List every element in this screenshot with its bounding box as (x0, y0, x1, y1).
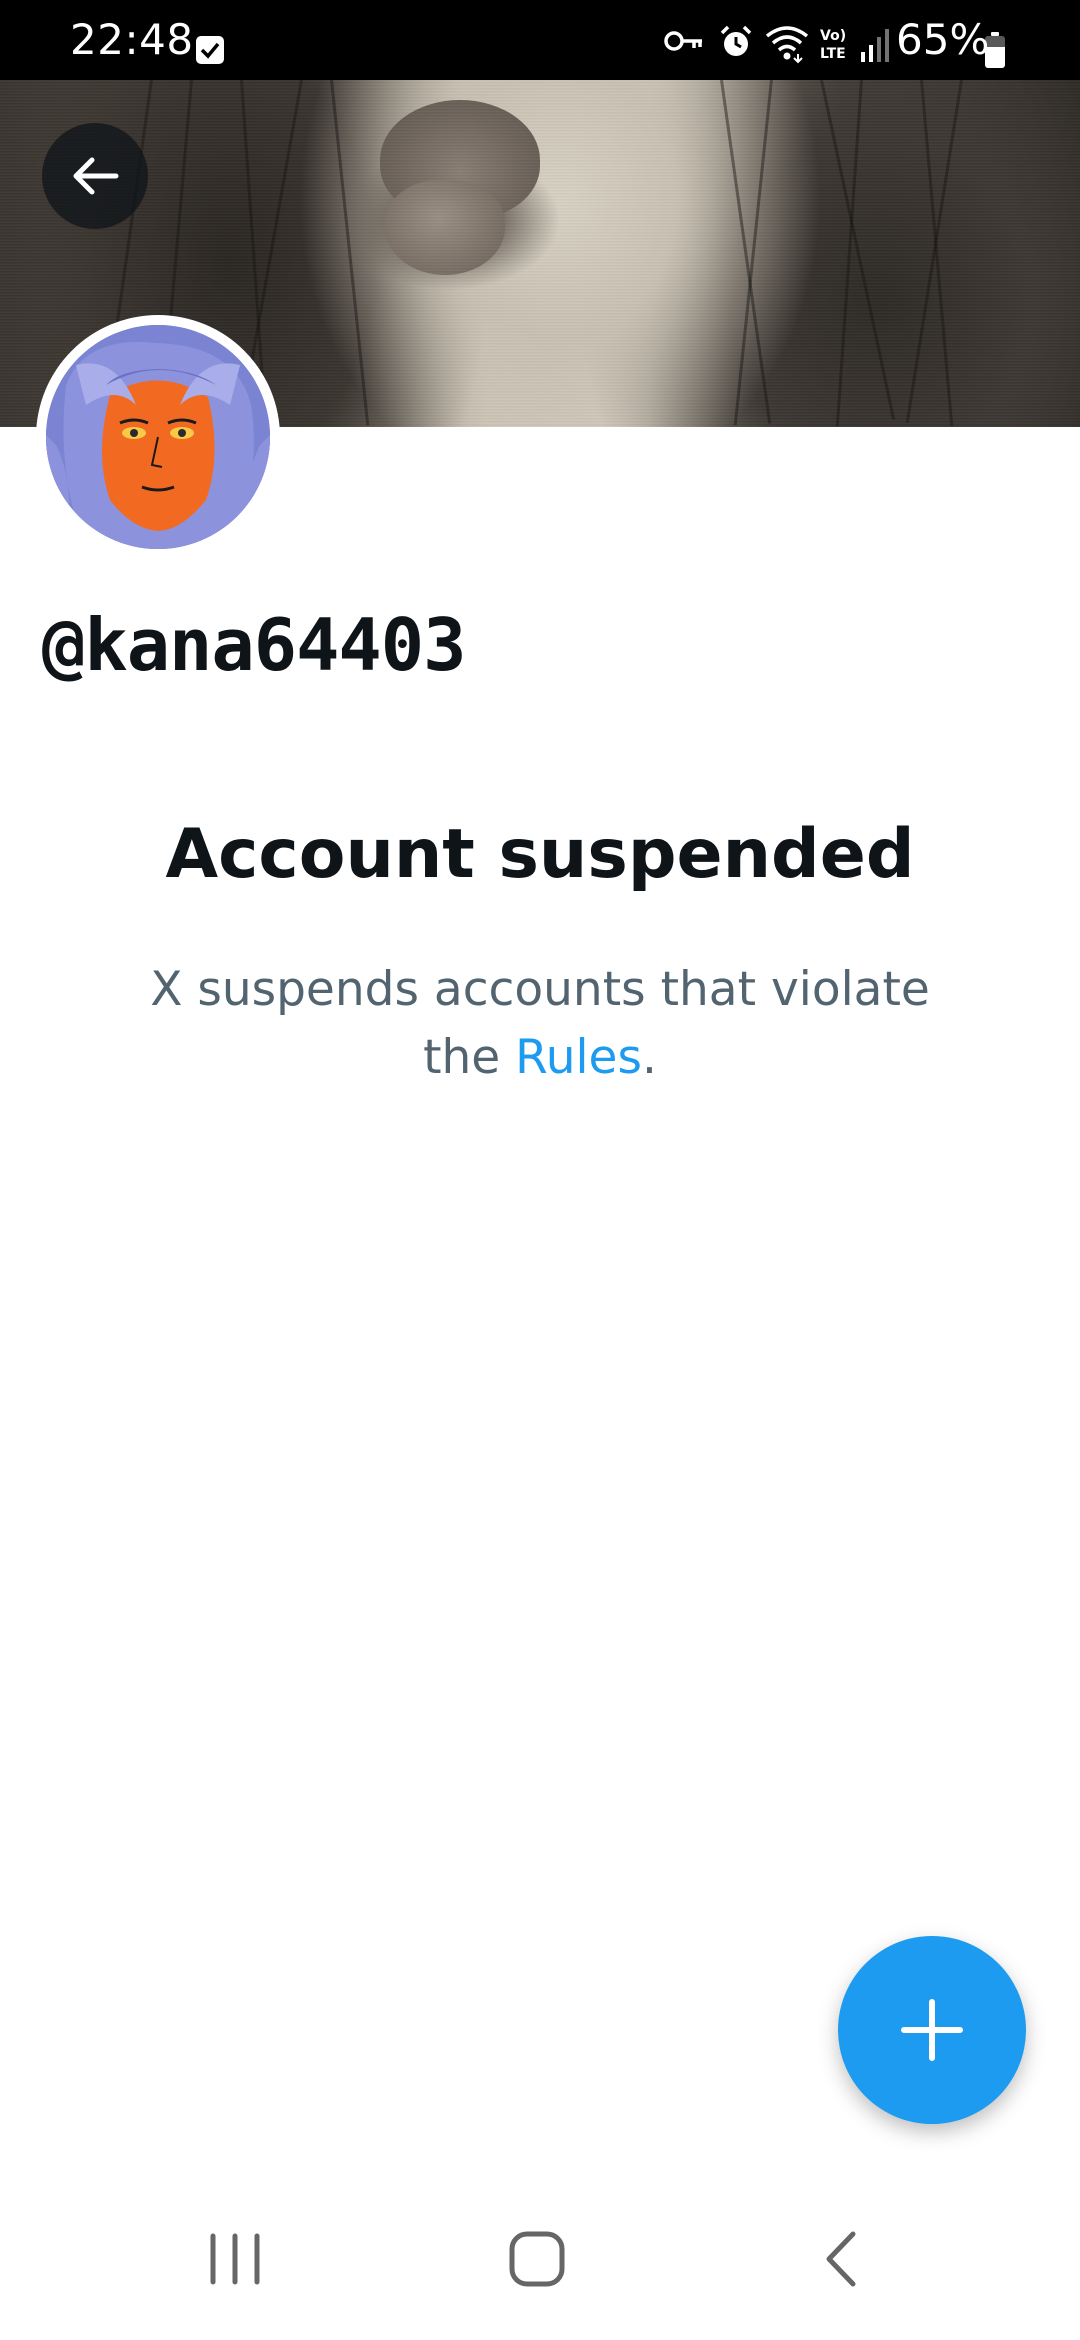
screen: 22:48 Vo) LTE 65% @kana64403 Account sus… (0, 0, 1080, 2340)
signal-icon (861, 29, 889, 62)
rules-link[interactable]: Rules (515, 1030, 642, 1085)
plus-icon (901, 1999, 963, 2061)
suspension-message-end: . (641, 1030, 657, 1085)
compose-button[interactable] (838, 1936, 1026, 2124)
vpn-key-icon (664, 31, 702, 51)
battery-percent: 65% (896, 15, 990, 64)
avatar[interactable] (36, 315, 280, 559)
profile-handle: @kana64403 (42, 603, 466, 687)
avatar-image (46, 325, 270, 549)
check-box-icon (196, 36, 224, 64)
home-button[interactable] (477, 2214, 597, 2304)
nav-back-button[interactable] (781, 2214, 901, 2304)
recent-apps-icon (210, 2233, 260, 2285)
volte-icon: Vo) LTE (820, 28, 846, 62)
suspension-title: Account suspended (165, 815, 915, 894)
alarm-icon (720, 25, 752, 56)
back-button[interactable] (42, 123, 148, 229)
suspension-message: X suspends accounts that violate the Rul… (120, 956, 960, 1092)
recent-apps-button[interactable] (175, 2214, 295, 2304)
svg-text:Vo): Vo) (820, 28, 846, 44)
arrow-left-icon (73, 157, 119, 195)
home-icon (509, 2231, 565, 2287)
status-time: 22:48 (70, 15, 194, 64)
battery-icon (985, 32, 1005, 68)
wifi-icon (765, 26, 809, 64)
status-bar: 22:48 Vo) LTE 65% (0, 0, 1080, 80)
back-icon (826, 2231, 856, 2287)
system-nav-bar (0, 2180, 1080, 2340)
svg-text:LTE: LTE (820, 46, 846, 62)
